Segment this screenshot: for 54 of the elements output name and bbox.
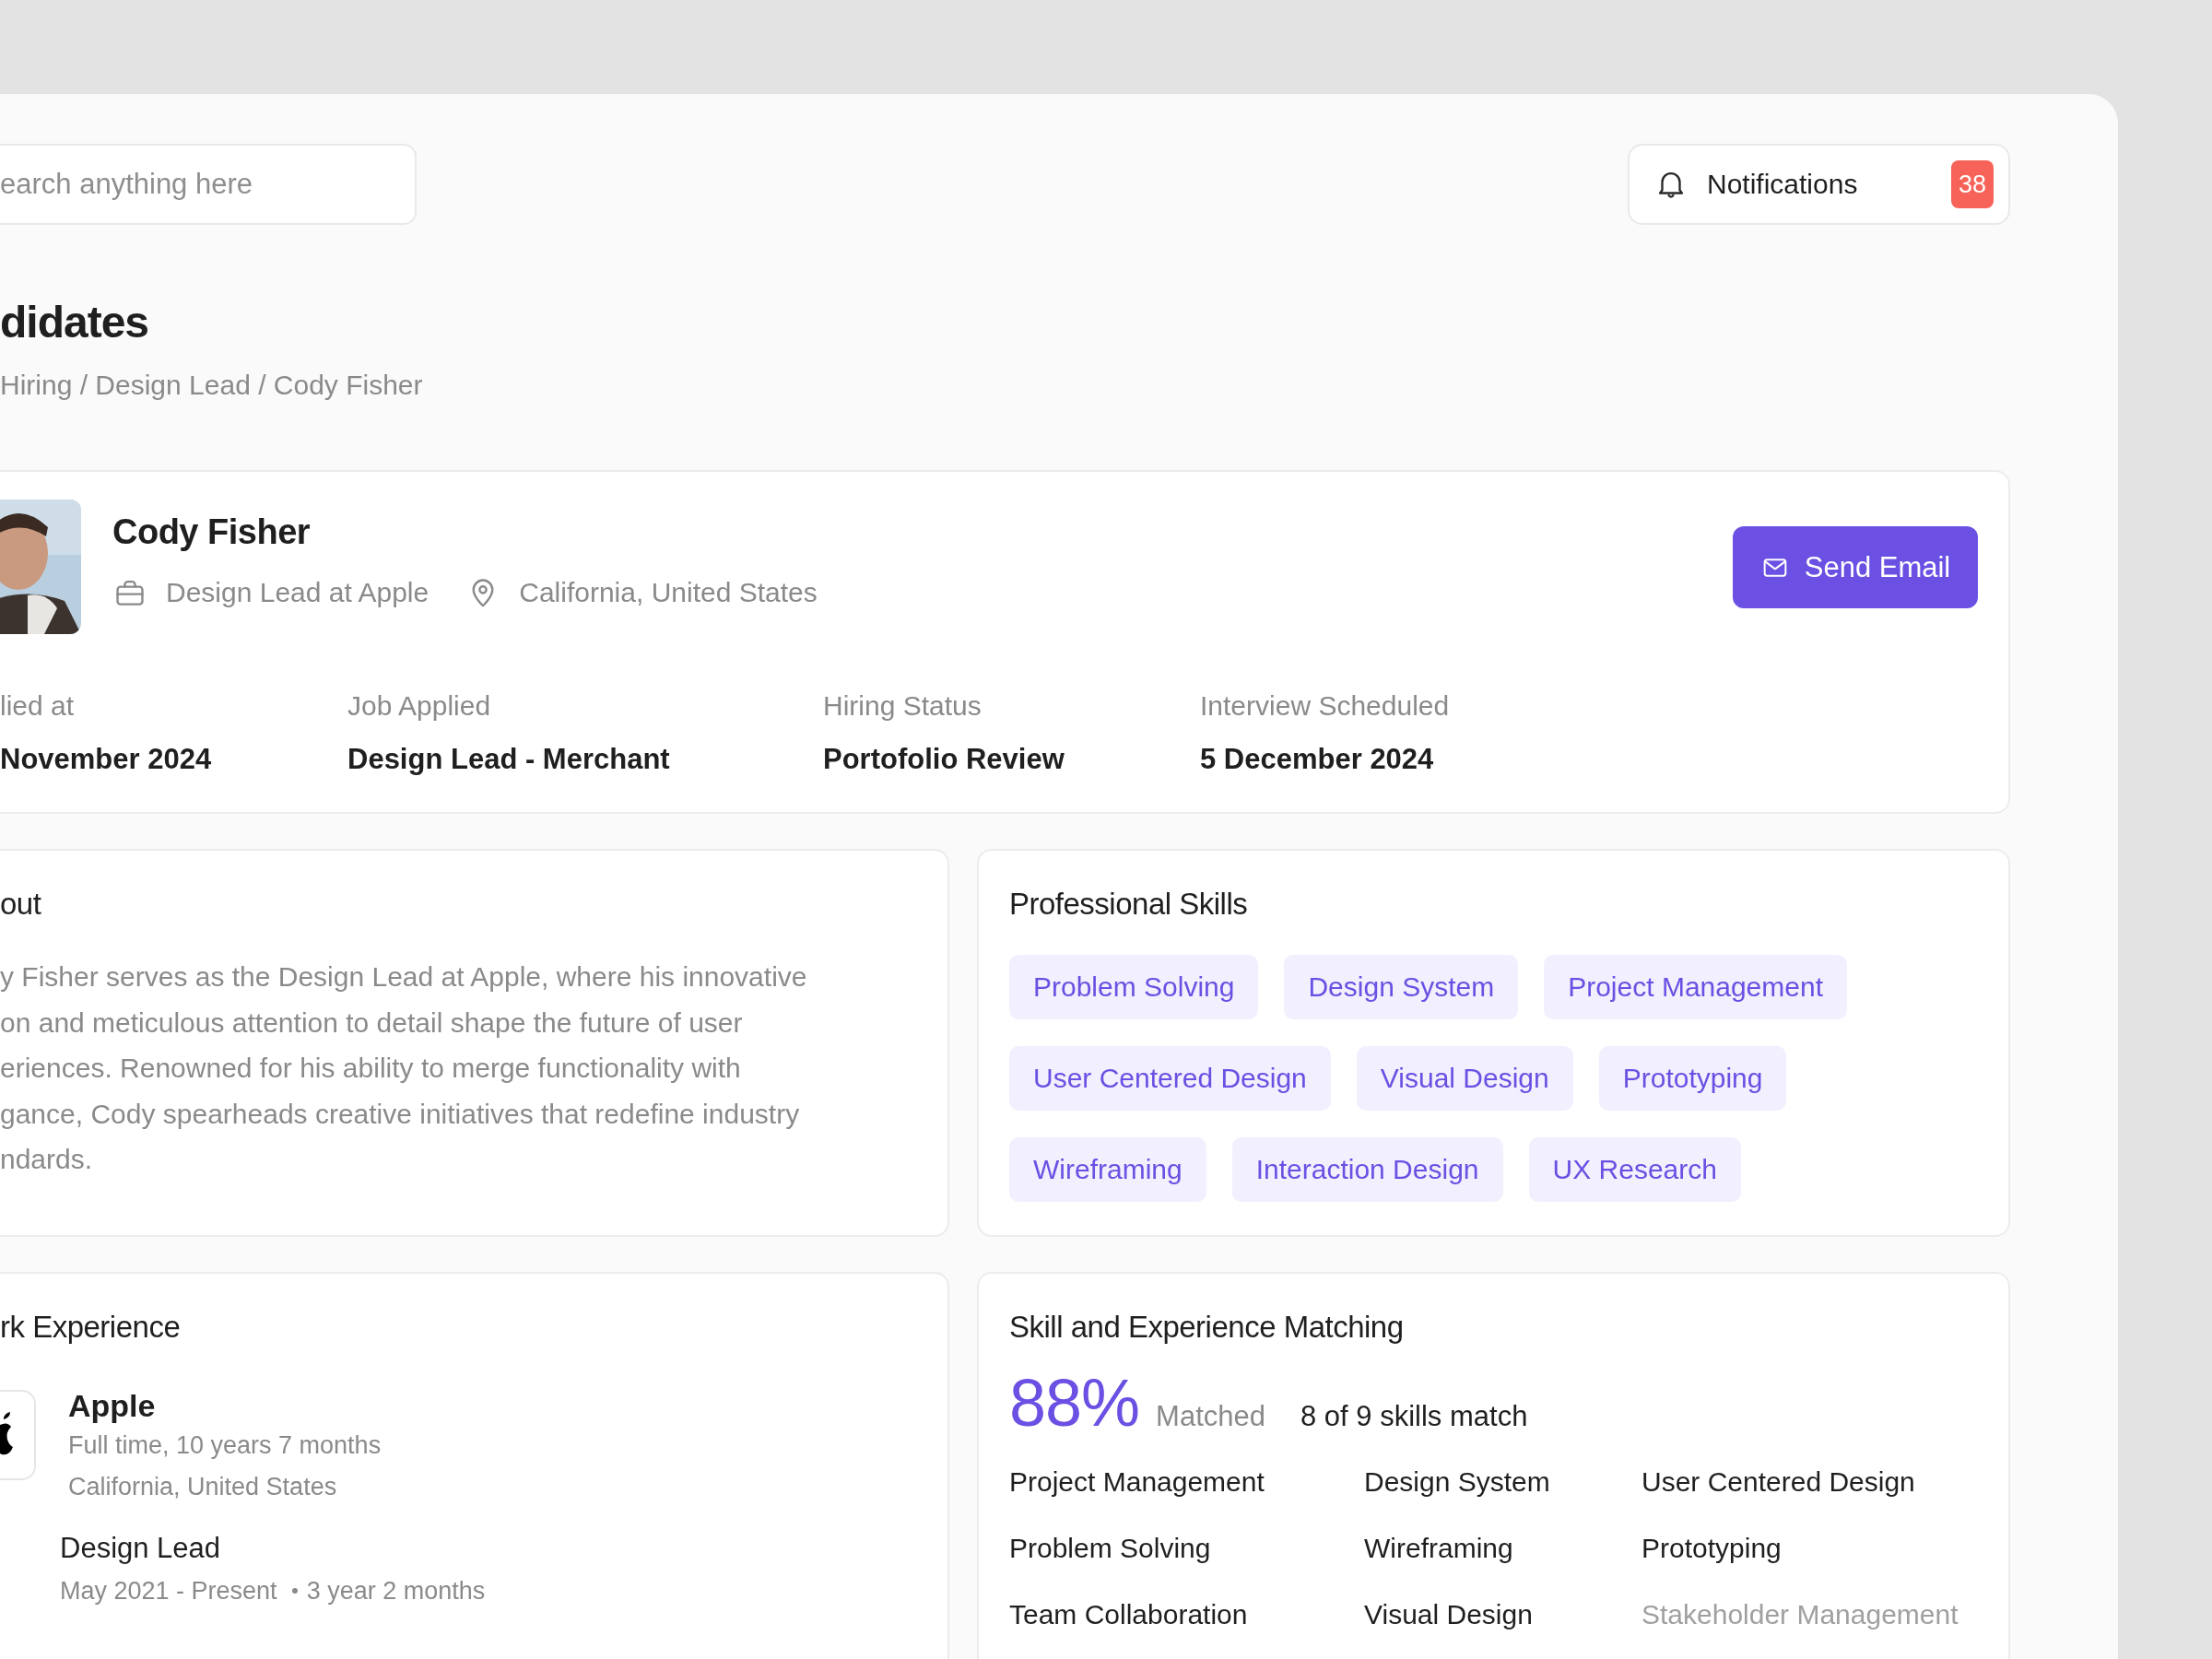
skill-tag: Prototyping [1598, 1046, 1787, 1111]
match-percentage: 88% [1009, 1365, 1140, 1441]
skill-tag: Project Management [1544, 955, 1847, 1019]
detail-label: lied at [0, 689, 76, 723]
skill-tag: Design System [1284, 955, 1519, 1019]
skill-tag: Visual Design [1356, 1046, 1573, 1111]
matched-skill: Visual Design [1364, 1598, 1534, 1631]
candidate-role: Design Lead at Apple [166, 577, 429, 608]
detail-label: Hiring Status [823, 689, 982, 723]
section-title: rk Experience [0, 1309, 182, 1346]
matched-skill: Project Management [1009, 1465, 1265, 1499]
skill-tag: User Centered Design [1009, 1046, 1331, 1111]
about-text-line: eriences. Renowned for his ability to merge functionality with [0, 1052, 742, 1085]
match-label: Matched [1156, 1400, 1265, 1433]
section-title: Professional Skills [1009, 886, 1249, 923]
skill-tag: UX Research [1528, 1137, 1741, 1202]
matched-skill: Prototyping [1641, 1532, 1783, 1565]
matched-skill: Design System [1364, 1465, 1551, 1499]
breadcrumb: Hiring / Design Lead / Cody Fisher [0, 369, 424, 402]
notifications-button[interactable]: Notifications 38 [1628, 144, 2010, 225]
matched-skill: Stakeholder Management [1641, 1598, 1959, 1631]
position-duration: 3 year 2 months [306, 1576, 486, 1606]
detail-value: Portofolio Review [823, 742, 1065, 777]
skill-tag: Wireframing [1009, 1137, 1206, 1202]
candidate-location: California, United States [519, 577, 818, 608]
matched-skill: User Centered Design [1641, 1465, 1916, 1499]
position-title: Design Lead [60, 1531, 222, 1566]
detail-value: Design Lead - Merchant [347, 742, 671, 777]
detail-label: Job Applied [347, 689, 492, 723]
about-text-line: ndards. [0, 1143, 94, 1176]
detail-value: 5 December 2024 [1200, 742, 1435, 777]
match-summary: 8 of 9 skills match [1300, 1400, 1528, 1433]
about-text-line: gance, Cody spearheads creative initiatives that redefine industry [0, 1097, 801, 1131]
about-text-line: y Fisher serves as the Design Lead at Apple, where his innovative [0, 960, 808, 994]
notification-count: 38 [1950, 160, 1994, 208]
page-title: didates [0, 297, 150, 348]
section-title: out [0, 886, 42, 923]
about-text-line: on and meticulous attention to detail shape the future of user [0, 1006, 744, 1040]
matched-skill: Team Collaboration [1009, 1598, 1249, 1631]
matched-skill: Problem Solving [1009, 1532, 1212, 1565]
candidate-name: Cody Fisher [112, 512, 312, 553]
position-period: May 2021 - Present [60, 1576, 277, 1606]
matched-skill: Wireframing [1364, 1532, 1514, 1565]
section-title: Skill and Experience Matching [1009, 1309, 1405, 1346]
skill-tag: Problem Solving [1009, 955, 1259, 1019]
send-email-button[interactable]: Send Email [1733, 526, 1978, 608]
employment-type: Full time, 10 years 7 months [68, 1430, 382, 1461]
skill-tag: Interaction Design [1231, 1137, 1503, 1202]
separator-dot [291, 1588, 298, 1594]
company-location: California, United States [68, 1472, 338, 1502]
search-field[interactable]: earch anything here [0, 144, 417, 225]
detail-value: November 2024 [0, 742, 213, 777]
company-name: Apple [68, 1387, 157, 1425]
detail-label: Interview Scheduled [1200, 689, 1451, 723]
